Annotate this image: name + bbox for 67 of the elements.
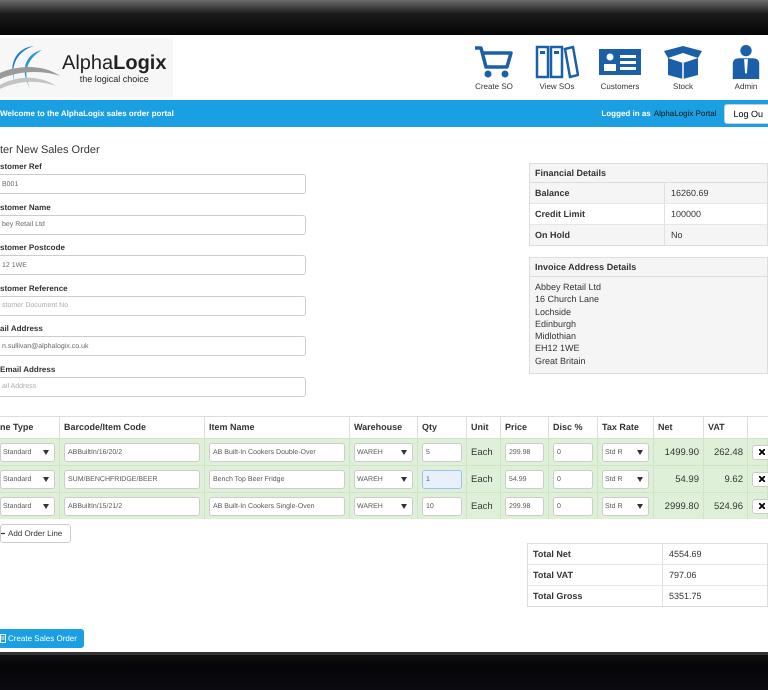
delete-button[interactable] bbox=[752, 472, 768, 486]
nav-link[interactable]: Stock bbox=[653, 44, 713, 90]
nav-link[interactable]: Admin bbox=[716, 44, 768, 90]
table-cell: 2999.80 bbox=[664, 500, 699, 512]
table-cell: Total Gross bbox=[528, 586, 663, 606]
table-cell-text: 16260.69 bbox=[670, 188, 709, 198]
address-line: Lochside bbox=[535, 306, 572, 318]
caret-icon bbox=[637, 450, 643, 454]
caret-icon bbox=[637, 476, 643, 482]
brand-tagline: the logical choice bbox=[80, 74, 149, 84]
close-icon bbox=[759, 503, 765, 509]
table-cell-text: No bbox=[670, 230, 683, 240]
caret-icon bbox=[401, 504, 407, 508]
table-cell: Total Net bbox=[528, 544, 663, 564]
table-cell: On Hold bbox=[530, 225, 665, 245]
caret-icon bbox=[401, 476, 407, 482]
field-label: stomer Ref bbox=[0, 161, 43, 172]
form-title: ter New Sales Order bbox=[0, 144, 101, 157]
logged-in-label: Logged in as bbox=[601, 109, 651, 118]
address-line: Edinburgh bbox=[535, 318, 578, 330]
welcome-text: Welcome to the AlphaLogix sales order portal bbox=[0, 109, 175, 118]
table-cell: Each bbox=[471, 500, 493, 512]
field-label: ail Address bbox=[0, 323, 44, 334]
cart-icon bbox=[473, 44, 515, 78]
table-cell-text: 100000 bbox=[670, 209, 702, 219]
delete-button[interactable] bbox=[752, 498, 768, 514]
field-label: Email Address bbox=[0, 364, 56, 375]
table-cell: 524.96 bbox=[714, 500, 743, 512]
table-cell: 262.48 bbox=[714, 446, 743, 458]
nav-link[interactable]: Customers bbox=[590, 44, 650, 90]
table-cell: 1499.90 bbox=[664, 446, 699, 458]
address-line: Midlothian bbox=[535, 330, 578, 342]
binders-icon bbox=[535, 44, 579, 78]
delete-button[interactable] bbox=[752, 444, 768, 460]
table-cell: Total VAT bbox=[528, 565, 663, 585]
address-line: 16 Church Lane bbox=[535, 293, 600, 306]
caret-icon bbox=[637, 504, 643, 508]
caret-icon bbox=[43, 504, 49, 508]
table-cell: Credit Limit bbox=[530, 204, 665, 224]
brand-name: AlphaLogix bbox=[62, 52, 166, 74]
close-icon bbox=[759, 449, 765, 455]
address-line: Great Britain bbox=[535, 354, 587, 368]
panel-title: Financial Details bbox=[530, 164, 767, 183]
caret-icon bbox=[401, 450, 407, 454]
logout-button[interactable]: Log Ou bbox=[724, 104, 768, 124]
field-label: stomer Postcode bbox=[0, 242, 66, 254]
table-cell: 9.62 bbox=[724, 474, 743, 484]
address-line: Abbey Retail Ltd bbox=[535, 281, 602, 294]
caret-icon bbox=[43, 476, 49, 482]
table-cell-text: 797.06 bbox=[668, 570, 697, 580]
nav-link[interactable]: Create SO bbox=[464, 44, 524, 90]
field-label: stomer Name bbox=[0, 202, 52, 213]
document-icon bbox=[0, 634, 6, 643]
add-line-button[interactable]: Add Order Line bbox=[0, 524, 72, 543]
box-icon bbox=[662, 44, 704, 78]
close-icon bbox=[759, 476, 765, 482]
table-cell: 54.99 bbox=[675, 474, 699, 484]
nav-link[interactable]: View SOs bbox=[527, 44, 587, 90]
table-cell: Balance bbox=[530, 183, 665, 203]
table-cell-text: 4554.69 bbox=[668, 549, 702, 559]
table-cell-text: 5351.75 bbox=[668, 591, 702, 601]
table-cell: Each bbox=[471, 446, 493, 458]
caret-icon bbox=[43, 450, 49, 454]
table-cell: Each bbox=[471, 474, 493, 484]
user-name: AlphaLogix Portal bbox=[654, 109, 716, 118]
address-line: EH12 1WE bbox=[535, 342, 581, 355]
field-label: stomer Reference bbox=[0, 282, 69, 294]
